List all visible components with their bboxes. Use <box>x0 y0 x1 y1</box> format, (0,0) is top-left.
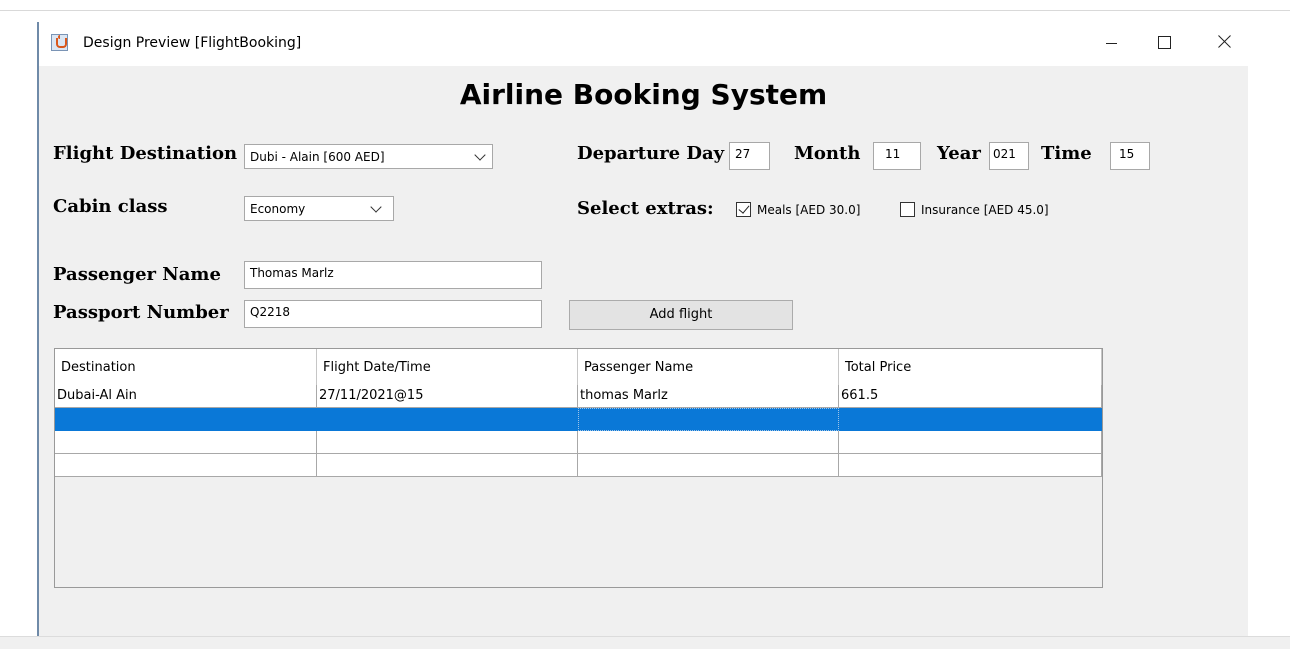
table-cell[interactable] <box>55 408 317 431</box>
table-header: Destination Flight Date/Time Passenger N… <box>55 349 1102 385</box>
table-cell[interactable]: 27/11/2021@15 <box>317 385 578 408</box>
table-cell[interactable] <box>839 454 1102 477</box>
column-header-destination[interactable]: Destination <box>55 349 317 385</box>
title-bar: Design Preview [FlightBooking] <box>39 22 1248 66</box>
passenger-name-label: Passenger Name <box>53 264 221 285</box>
cabin-class-value: Economy <box>250 202 306 216</box>
maximize-button[interactable] <box>1142 28 1186 58</box>
table-row[interactable] <box>55 431 1102 454</box>
meals-label: Meals [AED 30.0] <box>757 203 861 217</box>
table-row-selected[interactable] <box>55 408 1102 431</box>
insurance-checkbox[interactable] <box>900 202 915 217</box>
day-field[interactable]: 27 <box>729 142 770 170</box>
cabin-class-select[interactable]: Economy <box>244 196 394 221</box>
outer-top-divider <box>0 10 1290 11</box>
close-button[interactable] <box>1203 28 1247 58</box>
year-field[interactable]: 021 <box>989 142 1029 170</box>
table-row[interactable]: Dubai-Al Ain 27/11/2021@15 thomas Marlz … <box>55 385 1102 408</box>
month-field[interactable]: 11 <box>873 142 921 170</box>
time-label: Time <box>1041 143 1092 164</box>
add-flight-button[interactable]: Add flight <box>569 300 793 330</box>
table-cell[interactable] <box>578 454 839 477</box>
column-header-flight-date-time[interactable]: Flight Date/Time <box>317 349 578 385</box>
destination-value: Dubi - Alain [600 AED] <box>250 150 385 164</box>
extras-label: Select extras: <box>577 198 714 219</box>
table-row[interactable] <box>55 454 1102 477</box>
window-title: Design Preview [FlightBooking] <box>83 35 302 51</box>
table-cell[interactable] <box>578 431 839 454</box>
table-cell[interactable]: thomas Marlz <box>578 385 839 408</box>
destination-label: Flight Destination <box>53 143 238 164</box>
passport-number-field[interactable]: Q2218 <box>244 300 542 328</box>
insurance-label: Insurance [AED 45.0] <box>921 203 1049 217</box>
checkmark-icon <box>738 202 750 214</box>
flights-table[interactable]: Destination Flight Date/Time Passenger N… <box>54 348 1103 588</box>
page-title: Airline Booking System <box>459 78 828 111</box>
month-label: Month <box>794 143 861 164</box>
column-header-total-price[interactable]: Total Price <box>839 349 1102 385</box>
table-cell[interactable]: Dubai-Al Ain <box>55 385 317 408</box>
table-cell[interactable] <box>839 408 1102 431</box>
table-cell[interactable] <box>839 431 1102 454</box>
minimize-button[interactable] <box>1089 28 1133 58</box>
table-cell[interactable] <box>317 454 578 477</box>
chevron-down-icon <box>370 201 382 213</box>
destination-select[interactable]: Dubi - Alain [600 AED] <box>244 144 493 169</box>
time-field[interactable]: 15 <box>1110 142 1150 170</box>
table-cell[interactable] <box>55 431 317 454</box>
meals-checkbox[interactable] <box>736 202 751 217</box>
table-cell[interactable] <box>55 454 317 477</box>
passport-number-label: Passport Number <box>53 302 229 323</box>
table-cell[interactable] <box>317 408 578 431</box>
table-cell-focused[interactable] <box>578 408 839 431</box>
table-cell[interactable]: 661.5 <box>839 385 1102 408</box>
column-header-passenger-name[interactable]: Passenger Name <box>578 349 839 385</box>
departure-day-label: Departure Day <box>577 143 725 164</box>
app-window: Design Preview [FlightBooking] Airline B… <box>39 22 1248 636</box>
chevron-down-icon <box>474 149 486 161</box>
bottom-edge <box>0 636 1290 649</box>
passenger-name-field[interactable]: Thomas Marlz <box>244 261 542 289</box>
year-label: Year <box>937 143 981 164</box>
cabin-class-label: Cabin class <box>53 196 168 217</box>
java-icon <box>51 34 68 51</box>
table-cell[interactable] <box>317 431 578 454</box>
